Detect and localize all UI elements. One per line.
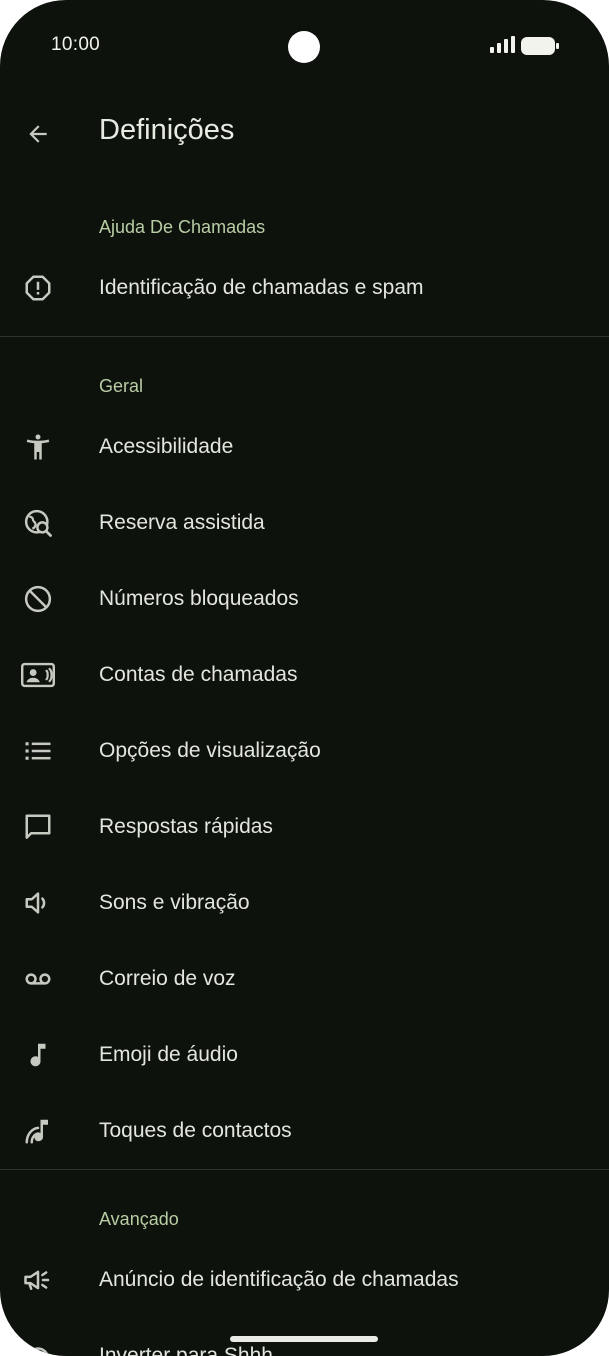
settings-item-label: Números bloqueados — [99, 587, 299, 610]
settings-item-calling-accounts[interactable]: Contas de chamadas — [0, 637, 609, 713]
section-label: Avançado — [99, 1209, 179, 1229]
settings-item-blocked-numbers[interactable]: Números bloqueados — [0, 561, 609, 637]
settings-item-display-options[interactable]: Opções de visualização — [0, 713, 609, 789]
arrow-back-icon — [25, 121, 51, 147]
settings-item-label: Contas de chamadas — [99, 663, 298, 686]
list-icon — [20, 733, 56, 769]
settings-item-audio-emoji[interactable]: Emoji de áudio — [0, 1017, 609, 1093]
settings-item-voicemail[interactable]: Correio de voz — [0, 941, 609, 1017]
accessibility-icon — [20, 429, 56, 465]
settings-item-label: Opções de visualização — [99, 739, 321, 762]
top-app-bar: Definições — [0, 92, 609, 180]
settings-item-label: Toques de contactos — [99, 1119, 292, 1142]
settings-item-label: Sons e vibração — [99, 891, 250, 914]
ringtone-icon — [20, 1113, 56, 1149]
settings-item-quick-responses[interactable]: Respostas rápidas — [0, 789, 609, 865]
page-title: Definições — [99, 114, 235, 146]
settings-item-sounds-vibration[interactable]: Sons e vibração — [0, 865, 609, 941]
section-label: Ajuda De Chamadas — [99, 217, 266, 237]
spam-alert-icon — [20, 270, 56, 306]
settings-item-label: Acessibilidade — [99, 435, 234, 458]
section-label: Geral — [99, 376, 144, 396]
phone-screen: 10:00 Definições Ajuda De Chamadas Ident… — [0, 0, 609, 1356]
section-header-call-assist: Ajuda De Chamadas — [0, 180, 609, 250]
settings-list: Ajuda De Chamadas Identificação de chama… — [0, 180, 609, 1356]
contact-card-icon — [20, 657, 56, 693]
settings-item-label: Identificação de chamadas e spam — [99, 276, 424, 299]
settings-item-caller-id-announcement[interactable]: Anúncio de identificação de chamadas — [0, 1242, 609, 1318]
block-icon — [20, 581, 56, 617]
settings-item-label: Emoji de áudio — [99, 1043, 238, 1066]
music-note-icon — [20, 1037, 56, 1073]
flip-icon — [20, 1338, 56, 1356]
battery-icon — [521, 37, 559, 55]
section-header-general: Geral — [0, 337, 609, 409]
voicemail-icon — [20, 961, 56, 997]
camera-cutout — [288, 31, 320, 63]
status-bar: 10:00 — [0, 0, 609, 92]
cell-signal-icon — [490, 36, 516, 53]
announcement-icon — [20, 1262, 56, 1298]
settings-item-label: Respostas rápidas — [99, 815, 273, 838]
volume-icon — [20, 885, 56, 921]
settings-item-accessibility[interactable]: Acessibilidade — [0, 409, 609, 485]
settings-item-label: Correio de voz — [99, 967, 236, 990]
settings-item-label: Reserva assistida — [99, 511, 265, 534]
settings-item-label: Inverter para Shhh — [99, 1344, 273, 1356]
gesture-navigation-bar[interactable] — [230, 1336, 378, 1342]
settings-item-assisted-booking[interactable]: Reserva assistida — [0, 485, 609, 561]
status-time: 10:00 — [51, 34, 101, 55]
settings-item-label: Anúncio de identificação de chamadas — [99, 1268, 459, 1291]
travel-explore-icon — [20, 505, 56, 541]
back-button[interactable] — [14, 110, 62, 158]
settings-item-caller-id-spam[interactable]: Identificação de chamadas e spam — [0, 250, 609, 326]
settings-item-contact-ringtones[interactable]: Toques de contactos — [0, 1093, 609, 1169]
section-header-advanced: Avançado — [0, 1170, 609, 1242]
message-icon — [20, 809, 56, 845]
status-icons — [488, 34, 562, 56]
